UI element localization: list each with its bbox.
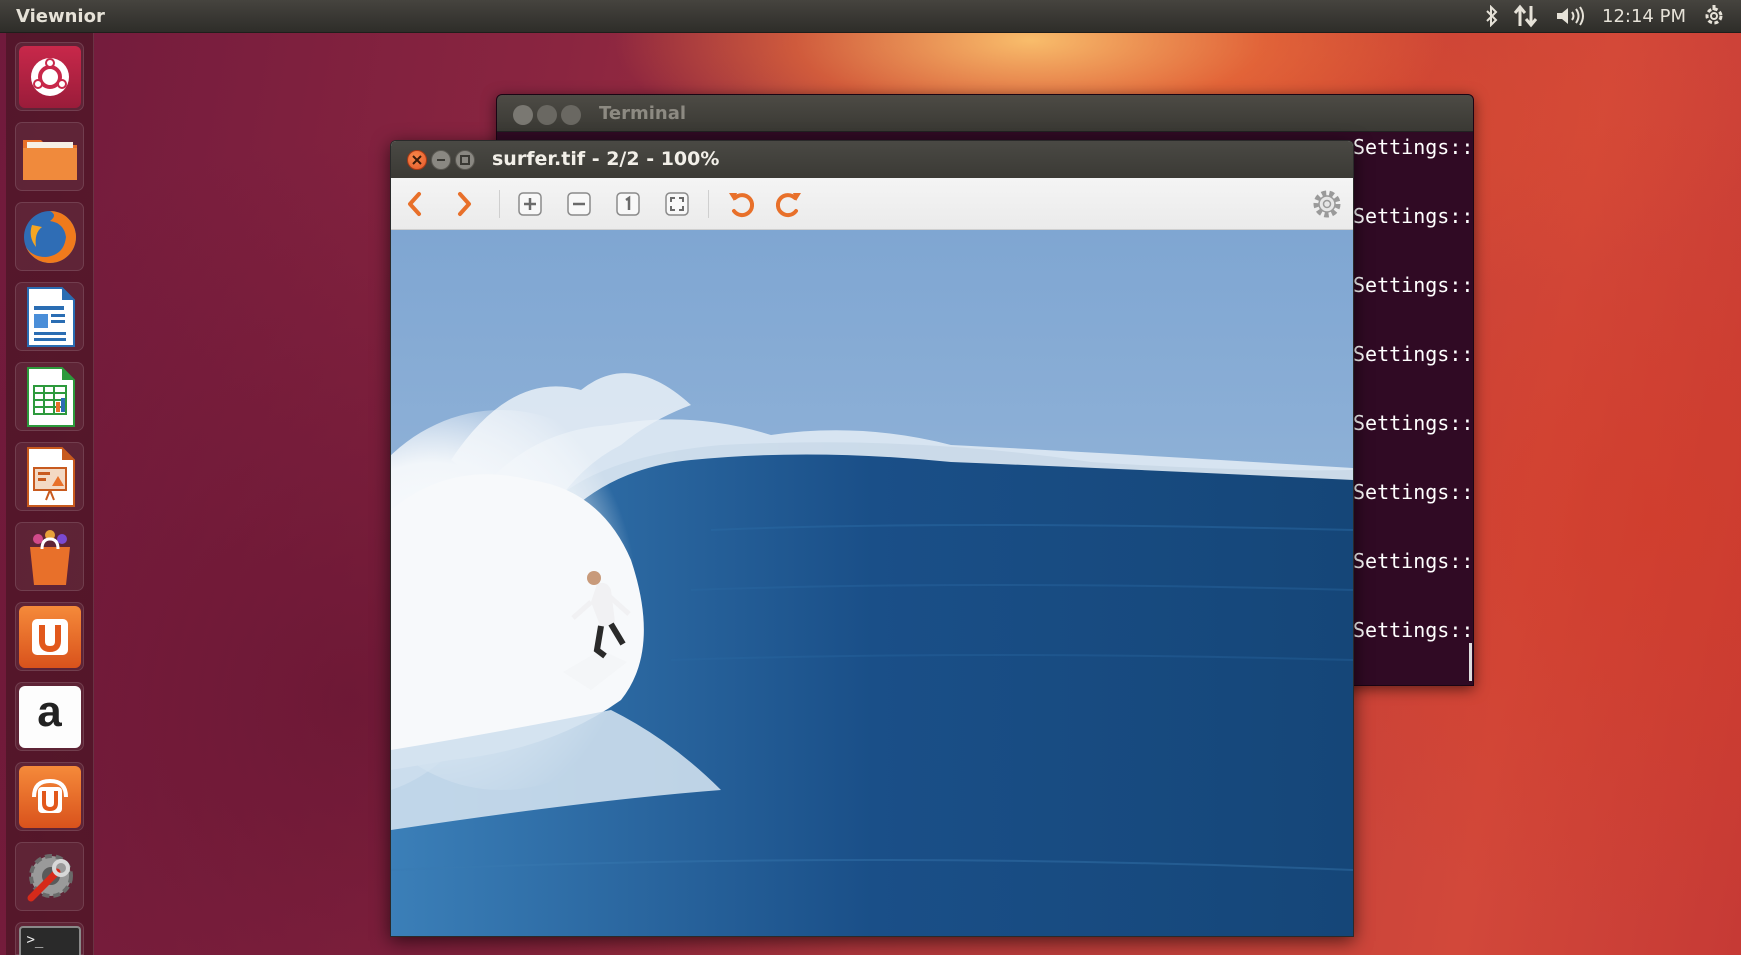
previous-icon: [408, 192, 421, 216]
impress-icon: [19, 446, 81, 508]
terminal-line: Settings::: [1353, 342, 1474, 366]
terminal-close-button[interactable]: [513, 105, 533, 125]
close-icon: [412, 155, 422, 165]
terminal-icon: >_: [18, 925, 81, 955]
viewer-close-button[interactable]: [407, 150, 427, 170]
terminal-line: Settings::: [1353, 204, 1474, 228]
launcher-item-libreoffice-calc[interactable]: [15, 362, 84, 431]
terminal-minimize-button[interactable]: [537, 105, 557, 125]
displayed-image-surfer[interactable]: [391, 230, 1353, 936]
calc-icon: [19, 366, 81, 428]
preferences-button[interactable]: [1311, 188, 1343, 220]
maximize-icon: [460, 155, 470, 165]
viewer-minimize-button[interactable]: [431, 150, 451, 170]
terminal-line: Settings::: [1353, 480, 1474, 504]
active-app-title: Viewnior: [16, 6, 105, 27]
terminal-prompt-glyph: >_: [26, 931, 44, 948]
viewer-title: surfer.tif - 2/2 - 100%: [492, 148, 720, 170]
zoom-out-icon: [567, 192, 591, 216]
launcher-item-ubuntu-one-music[interactable]: [15, 762, 84, 831]
terminal-line: Settings::: [1353, 549, 1474, 573]
launcher-item-libreoffice-impress[interactable]: [15, 442, 84, 511]
terminal-maximize-button[interactable]: [561, 105, 581, 125]
next-icon: [458, 192, 471, 216]
normal-size-button[interactable]: [612, 188, 644, 220]
rotate-left-button[interactable]: [725, 188, 757, 220]
rotate-left-icon: [729, 193, 755, 218]
launcher-item-terminal[interactable]: >_: [15, 922, 84, 955]
launcher-item-files[interactable]: [15, 122, 84, 191]
normal-size-icon: [616, 192, 640, 216]
launcher-item-libreoffice-writer[interactable]: [15, 282, 84, 351]
viewer-titlebar[interactable]: surfer.tif - 2/2 - 100%: [391, 141, 1353, 178]
amazon-icon: a: [18, 685, 81, 748]
terminal-line: Settings::: [1353, 411, 1474, 435]
terminal-line: Settings::: [1353, 618, 1474, 642]
terminal-title: Terminal: [599, 103, 687, 124]
shopping-bag-icon: [19, 526, 81, 588]
previous-image-button[interactable]: [399, 188, 431, 220]
settings-wrench-icon: [19, 846, 81, 908]
surfer-photo: [391, 230, 1353, 936]
launcher-item-firefox[interactable]: [15, 202, 84, 271]
bluetooth-icon[interactable]: [1482, 4, 1502, 28]
session-gear-icon[interactable]: [1700, 4, 1728, 28]
launcher-item-software-center[interactable]: [15, 522, 84, 591]
launcher: a >_: [6, 33, 94, 955]
launcher-item-ubuntu-one[interactable]: [15, 602, 84, 671]
rotate-right-button[interactable]: [773, 188, 805, 220]
toolbar-separator: [499, 190, 500, 218]
writer-icon: [19, 286, 81, 348]
zoom-out-button[interactable]: [563, 188, 595, 220]
viewnior-window[interactable]: surfer.tif - 2/2 - 100%: [390, 140, 1354, 937]
volume-icon[interactable]: [1554, 4, 1588, 28]
preferences-gear-icon: [1313, 190, 1341, 218]
fit-to-window-button[interactable]: [661, 188, 693, 220]
folder-icon: [19, 126, 81, 188]
top-panel: Viewnior 12:14 PM: [0, 0, 1741, 33]
ubuntu-one-music-icon: [18, 765, 81, 828]
ubuntu-one-icon: [18, 605, 81, 668]
clock[interactable]: 12:14 PM: [1602, 6, 1686, 27]
firefox-icon: [19, 206, 81, 268]
amazon-letter: a: [37, 686, 62, 736]
toolbar-separator: [708, 190, 709, 218]
network-icon[interactable]: [1512, 4, 1540, 28]
viewer-toolbar: [391, 178, 1353, 230]
launcher-item-dash-home[interactable]: [15, 42, 84, 111]
terminal-titlebar[interactable]: Terminal: [497, 95, 1473, 132]
zoom-in-button[interactable]: [514, 188, 546, 220]
launcher-item-amazon[interactable]: a: [15, 682, 84, 751]
ubuntu-logo-icon: [18, 45, 81, 108]
rotate-right-icon: [775, 193, 801, 218]
terminal-line: Settings::: [1353, 135, 1474, 159]
launcher-item-system-settings[interactable]: [15, 842, 84, 911]
next-image-button[interactable]: [448, 188, 480, 220]
fit-to-window-icon: [665, 192, 689, 216]
terminal-line: Settings::: [1353, 273, 1474, 297]
viewer-maximize-button[interactable]: [455, 150, 475, 170]
minimize-icon: [437, 159, 445, 161]
terminal-scrollbar[interactable]: [1469, 643, 1472, 681]
zoom-in-icon: [518, 192, 542, 216]
